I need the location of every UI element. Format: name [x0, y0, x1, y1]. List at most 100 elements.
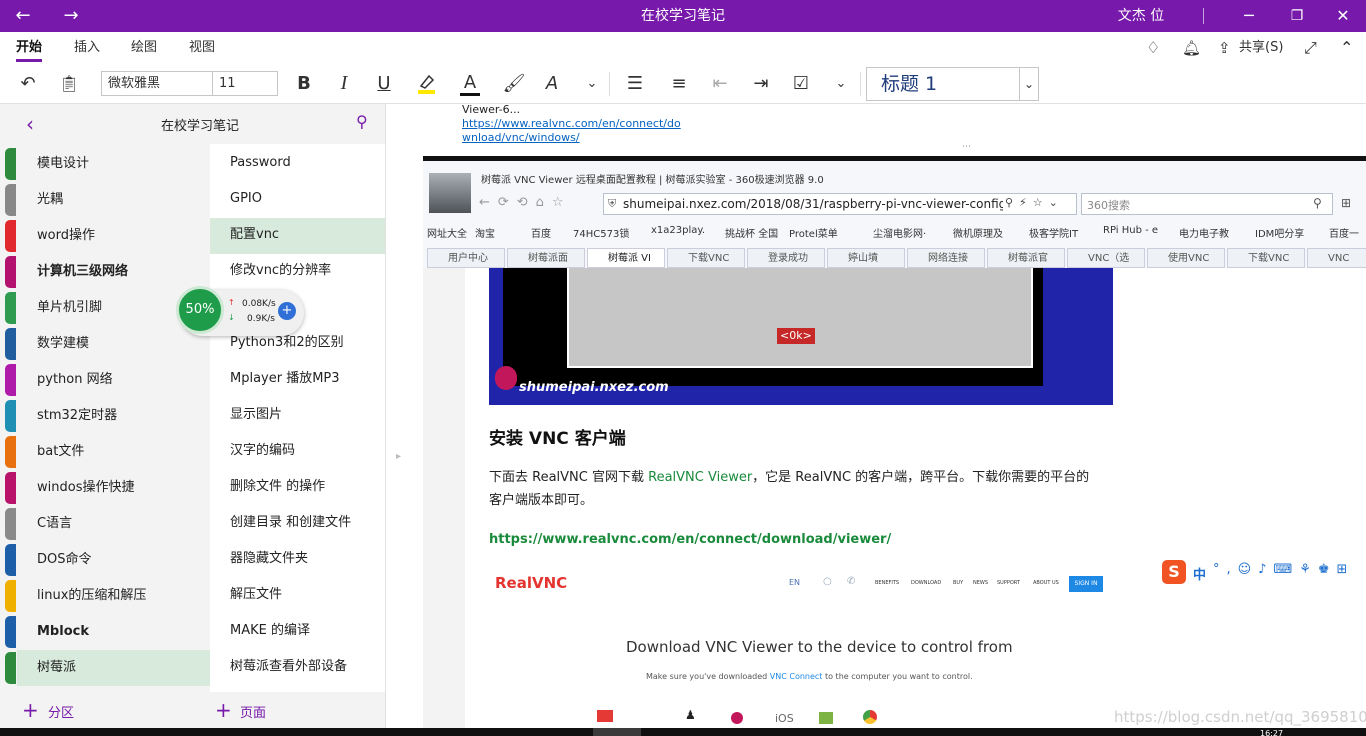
page-item[interactable]: 汉字的编码 [210, 434, 385, 470]
url-text[interactable]: shumeipai.nxez.com/2018/08/31/raspberry-… [623, 197, 1003, 211]
section-item[interactable]: windos操作快捷 [17, 470, 210, 506]
ime-tools-icons[interactable]: °,☺♪⌨⚘♚⊞ [1213, 562, 1354, 577]
bell-icon[interactable]: 🔔︎ [1182, 32, 1201, 62]
section-color-tab[interactable] [5, 364, 16, 396]
page-item[interactable]: 配置vnc [210, 218, 385, 254]
add-plus-icon[interactable]: + [278, 302, 296, 320]
page-item[interactable]: Password [210, 146, 385, 182]
share-button[interactable]: 共享(S) [1239, 32, 1283, 62]
highlight-icon[interactable] [410, 68, 442, 98]
collapse-ribbon-icon[interactable]: ⌃ [1340, 32, 1353, 62]
bookmark-item[interactable]: 网址大全 [427, 225, 467, 240]
font-size-field[interactable]: 11 [212, 71, 278, 96]
bookmark-item[interactable]: IDM吧分享 [1255, 225, 1304, 240]
section-item[interactable]: 树莓派 [17, 650, 210, 686]
bookmark-item[interactable]: 电力电子教 [1179, 225, 1229, 240]
page-item[interactable]: 解压文件 [210, 578, 385, 614]
bookmark-item[interactable]: 百度 [531, 225, 551, 240]
section-item[interactable]: python 网络 [17, 362, 210, 398]
section-color-tab[interactable] [5, 292, 16, 324]
download-link[interactable]: https://www.realvnc.com/en/connect/downl… [489, 532, 891, 547]
page-item[interactable]: 树莓派查看外部设备 [210, 650, 385, 686]
sogou-ime-icon[interactable]: S [1162, 560, 1186, 584]
image-handle-icon[interactable]: ⋯ [962, 142, 971, 152]
bold-button[interactable]: B [288, 68, 320, 98]
section-color-tab[interactable] [5, 652, 16, 684]
browser-tab[interactable]: 树莓派官 [987, 248, 1065, 268]
note-link-1[interactable]: https://www.realvnc.com/en/connect/do [462, 117, 681, 130]
more-chevron-icon[interactable]: ⌄ [576, 68, 608, 98]
browser-nav-icons[interactable]: ←⟳⟲⌂☆ [479, 195, 572, 210]
bookmark-item[interactable]: 微机原理及 [953, 225, 1003, 240]
browser-tab[interactable]: 婷山墳 [827, 248, 905, 268]
page-item[interactable]: GPIO [210, 182, 385, 218]
list-chevron-icon[interactable]: ⌄ [825, 68, 857, 98]
bookmark-item[interactable]: 挑战杯 全国 [725, 225, 778, 240]
forward-arrow-icon[interactable]: → [54, 0, 88, 32]
section-color-tab[interactable] [5, 508, 16, 540]
minimize-icon[interactable]: ─ [1232, 0, 1266, 32]
note-link-2[interactable]: wnload/vnc/windows/ [462, 131, 580, 144]
style-dropdown-icon[interactable]: ⌄ [1019, 67, 1039, 101]
share-icon[interactable]: ⇪ [1218, 32, 1231, 62]
undo-icon[interactable]: ↶ [12, 68, 44, 98]
section-item[interactable]: 数学建模 [17, 326, 210, 362]
bullet-list-icon[interactable]: ☰ [619, 68, 651, 98]
browser-tab[interactable]: 登录成功 [747, 248, 825, 268]
ime-mode[interactable]: 中 [1193, 564, 1206, 583]
address-icons[interactable]: ⚲⚡☆⌄ [1005, 196, 1064, 209]
user-name[interactable]: 文杰 位 [1106, 0, 1176, 32]
tab-view[interactable]: 视图 [189, 32, 215, 62]
back-arrow-icon[interactable]: ← [6, 0, 40, 32]
clear-format-button[interactable]: A [536, 68, 568, 98]
section-color-tab[interactable] [5, 328, 16, 360]
search-icon[interactable]: ⚲ [356, 112, 368, 131]
section-color-tab[interactable] [5, 184, 16, 216]
browser-tab[interactable]: 树莓派 VI [587, 248, 665, 268]
style-picker[interactable]: 标题 1 [866, 67, 1021, 101]
browser-tab[interactable]: VNC（选 [1067, 248, 1145, 268]
section-color-tab[interactable] [5, 220, 16, 252]
pane-collapse-icon[interactable]: ▸ [396, 451, 401, 462]
section-item[interactable]: DOS命令 [17, 542, 210, 578]
section-item[interactable]: 计算机三级网络 [17, 254, 210, 290]
tab-draw[interactable]: 绘图 [131, 32, 157, 62]
extensions-icon[interactable]: ⊞ [1341, 196, 1351, 210]
font-name-field[interactable]: 微软雅黑 [101, 71, 213, 96]
add-page-button[interactable]: 页面 [240, 702, 266, 721]
browser-tab[interactable]: 下载VNC [1227, 248, 1305, 268]
browser-tab[interactable]: 使用VNC [1147, 248, 1225, 268]
tab-insert[interactable]: 插入 [74, 32, 100, 62]
bookmark-item[interactable]: 极客学院IT [1029, 225, 1078, 240]
memory-percent-badge[interactable]: 50% [176, 286, 224, 334]
close-icon[interactable]: ✕ [1326, 0, 1360, 32]
underline-button[interactable]: U [368, 68, 400, 98]
tab-home[interactable]: 开始 [16, 32, 42, 62]
bookmark-item[interactable]: x1a23play. [651, 225, 705, 236]
section-color-tab[interactable] [5, 472, 16, 504]
page-item[interactable]: MAKE 的编译 [210, 614, 385, 650]
bookmark-item[interactable]: 尘溜电影网· [873, 225, 926, 240]
section-item[interactable]: C语言 [17, 506, 210, 542]
bookmark-item[interactable]: RPi Hub - e [1103, 225, 1158, 236]
add-section-icon[interactable]: + [22, 698, 39, 722]
bookmark-item[interactable]: 74HC573锁 [573, 225, 629, 240]
section-item[interactable]: Mblock [17, 614, 210, 650]
section-color-tab[interactable] [5, 148, 16, 180]
section-color-tab[interactable] [5, 400, 16, 432]
add-section-button[interactable]: 分区 [48, 702, 74, 721]
browser-tab[interactable]: 树莓派面 [507, 248, 585, 268]
section-item[interactable]: word操作 [17, 218, 210, 254]
section-item[interactable]: 光耦 [17, 182, 210, 218]
page-item[interactable]: Mplayer 播放MP3 [210, 362, 385, 398]
page-item[interactable]: 修改vnc的分辨率 [210, 254, 385, 290]
page-item[interactable]: 创建目录 和创建文件 [210, 506, 385, 542]
section-color-tab[interactable] [5, 544, 16, 576]
realvnc-viewer-link[interactable]: RealVNC Viewer [648, 470, 752, 485]
page-item[interactable]: 显示图片 [210, 398, 385, 434]
taskbar-app[interactable] [593, 728, 641, 736]
bookmark-item[interactable]: Protel菜单 [789, 225, 838, 240]
numbered-list-icon[interactable]: ≡ [663, 68, 695, 98]
section-item[interactable]: linux的压缩和解压 [17, 578, 210, 614]
page-item[interactable]: 器隐藏文件夹 [210, 542, 385, 578]
